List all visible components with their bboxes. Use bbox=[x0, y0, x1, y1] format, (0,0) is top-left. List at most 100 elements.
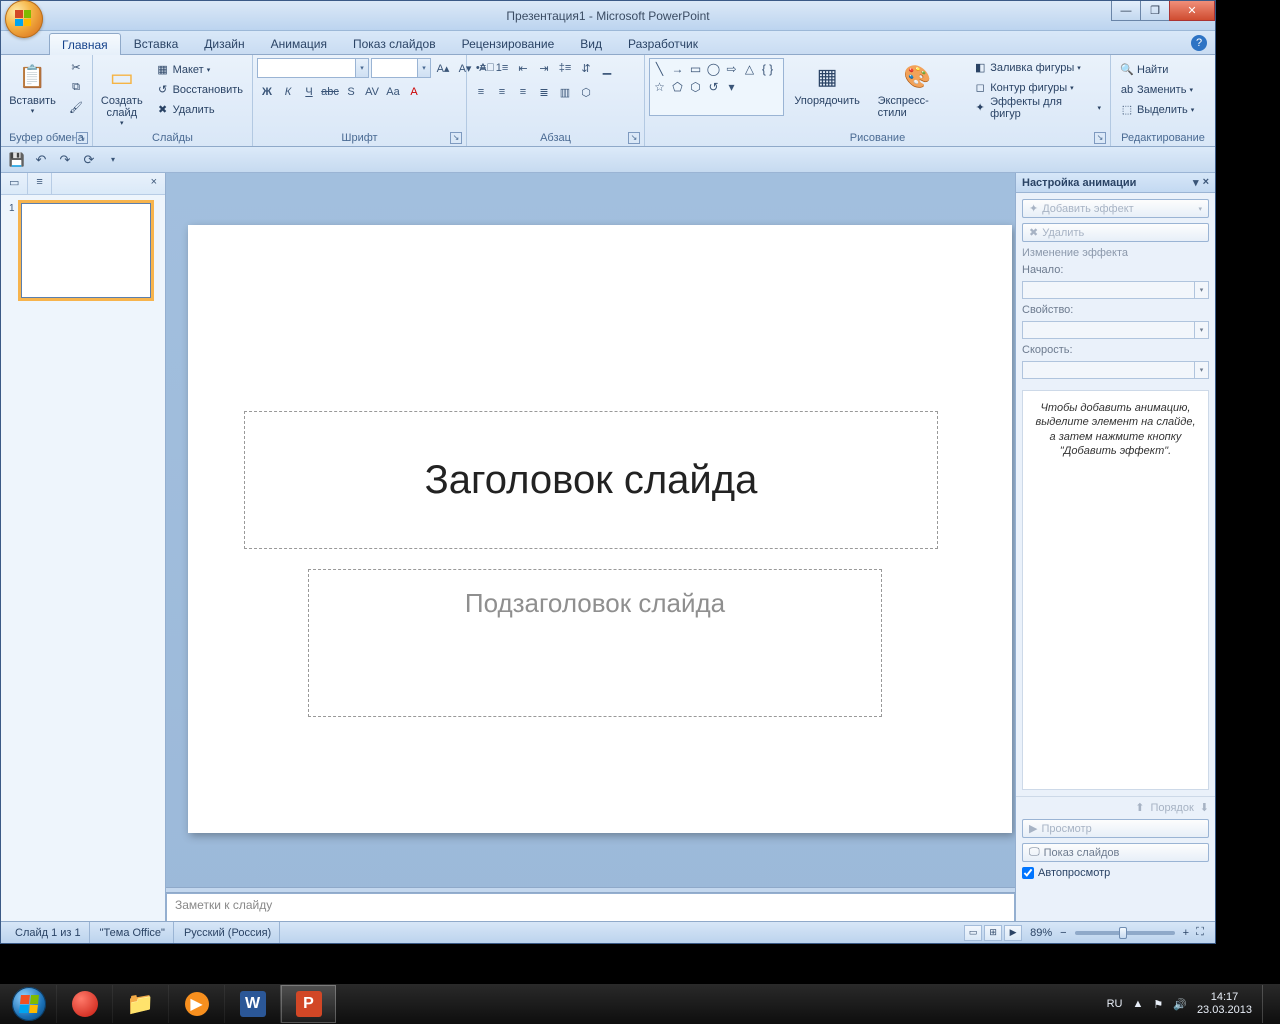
numbering-button[interactable]: 1≡ bbox=[492, 58, 512, 78]
case-button[interactable]: Aa bbox=[383, 82, 403, 102]
sorter-view[interactable]: ⊞ bbox=[984, 925, 1002, 941]
convert-smartart[interactable]: ⬡ bbox=[576, 82, 596, 102]
status-slide[interactable]: Слайд 1 из 1 bbox=[7, 922, 90, 943]
shapes-gallery[interactable]: ╲→▭◯⇨△ { }☆⬠⬡↺▾ bbox=[649, 58, 784, 116]
slide-canvas[interactable]: Заголовок слайда Подзаголовок слайда bbox=[166, 173, 1015, 887]
office-button[interactable] bbox=[5, 0, 43, 38]
strike-button[interactable]: abc bbox=[320, 82, 340, 102]
tab-animation[interactable]: Анимация bbox=[258, 32, 340, 54]
add-effect-button[interactable]: ✦Добавить эффект▾ bbox=[1022, 199, 1209, 218]
zoom-in[interactable]: + bbox=[1183, 927, 1189, 939]
tab-view[interactable]: Вид bbox=[567, 32, 615, 54]
dialog-launcher[interactable]: ↘ bbox=[1094, 132, 1106, 144]
font-size-combo[interactable]: ▾ bbox=[371, 58, 431, 78]
tab-home[interactable]: Главная bbox=[49, 33, 121, 55]
format-painter-button[interactable]: 🖌 bbox=[64, 98, 88, 117]
start-button[interactable] bbox=[2, 984, 56, 1024]
paste-button[interactable]: 📋 Вставить▾ bbox=[5, 58, 60, 118]
taskbar-explorer[interactable]: 📁 bbox=[112, 985, 168, 1023]
spacing-button[interactable]: AV bbox=[362, 82, 382, 102]
bold-button[interactable]: Ж bbox=[257, 82, 277, 102]
tray-volume-icon[interactable]: 🔊 bbox=[1173, 998, 1187, 1011]
font-color-button[interactable]: A bbox=[404, 82, 424, 102]
title-placeholder[interactable]: Заголовок слайда bbox=[244, 411, 938, 549]
find-button[interactable]: 🔍Найти bbox=[1115, 60, 1199, 79]
shape-outline-button[interactable]: ◻Контур фигуры▾ bbox=[968, 78, 1106, 97]
start-select[interactable]: ▾ bbox=[1022, 281, 1209, 299]
preview-button[interactable]: ▶Просмотр bbox=[1022, 819, 1209, 838]
tab-developer[interactable]: Разработчик bbox=[615, 32, 711, 54]
new-slide-button[interactable]: ▭ Создать слайд▾ bbox=[97, 58, 147, 130]
close-button[interactable]: ✕ bbox=[1169, 1, 1215, 21]
dialog-launcher[interactable]: ↘ bbox=[450, 132, 462, 144]
copy-button[interactable]: ⧉ bbox=[64, 78, 88, 97]
underline-button[interactable]: Ч bbox=[299, 82, 319, 102]
taskbar-media[interactable]: ▶ bbox=[168, 985, 224, 1023]
italic-button[interactable]: К bbox=[278, 82, 298, 102]
help-icon[interactable]: ? bbox=[1191, 35, 1207, 51]
slide-thumb-1[interactable]: 1 bbox=[9, 203, 157, 298]
zoom-value[interactable]: 89% bbox=[1024, 927, 1058, 939]
tab-insert[interactable]: Вставка bbox=[121, 32, 192, 54]
dialog-launcher[interactable]: ↘ bbox=[76, 132, 88, 144]
close-panel[interactable]: × bbox=[143, 173, 165, 194]
text-direction[interactable]: ⇵ bbox=[576, 58, 596, 78]
minimize-button[interactable]: — bbox=[1111, 1, 1141, 21]
tray-flag-icon[interactable]: ⚑ bbox=[1153, 998, 1163, 1011]
repeat-button[interactable]: ⟳ bbox=[79, 150, 99, 170]
shape-fill-button[interactable]: ◧Заливка фигуры▾ bbox=[968, 58, 1106, 77]
move-down[interactable]: ⬇ bbox=[1200, 801, 1209, 814]
bullets-button[interactable]: •≡ bbox=[471, 58, 491, 78]
status-theme[interactable]: "Тема Office" bbox=[92, 922, 174, 943]
align-center[interactable]: ≡ bbox=[492, 82, 512, 102]
move-up[interactable]: ⬆ bbox=[1135, 801, 1144, 814]
align-text[interactable]: ▁ bbox=[597, 58, 617, 78]
tray-lang[interactable]: RU bbox=[1107, 998, 1123, 1010]
grow-font[interactable]: A▴ bbox=[433, 58, 453, 78]
align-left[interactable]: ≡ bbox=[471, 82, 491, 102]
replace-button[interactable]: abЗаменить▾ bbox=[1115, 80, 1199, 99]
maximize-button[interactable]: ❐ bbox=[1140, 1, 1170, 21]
speed-select[interactable]: ▾ bbox=[1022, 361, 1209, 379]
quick-styles-button[interactable]: 🎨Экспресс-стили bbox=[871, 58, 965, 122]
tab-design[interactable]: Дизайн bbox=[191, 32, 257, 54]
status-lang[interactable]: Русский (Россия) bbox=[176, 922, 280, 943]
justify[interactable]: ≣ bbox=[534, 82, 554, 102]
reset-button[interactable]: ↺Восстановить bbox=[151, 80, 248, 99]
dialog-launcher[interactable]: ↘ bbox=[628, 132, 640, 144]
tab-slideshow[interactable]: Показ слайдов bbox=[340, 32, 449, 54]
property-select[interactable]: ▾ bbox=[1022, 321, 1209, 339]
tray-up-icon[interactable]: ▲ bbox=[1132, 998, 1143, 1010]
autopreview-checkbox[interactable]: Автопросмотр bbox=[1022, 867, 1209, 879]
tray-clock[interactable]: 14:17 23.03.2013 bbox=[1197, 991, 1252, 1016]
zoom-slider[interactable] bbox=[1075, 931, 1175, 935]
taskbar-powerpoint[interactable]: P bbox=[280, 985, 336, 1023]
slideshow-view[interactable]: ▶ bbox=[1004, 925, 1022, 941]
zoom-out[interactable]: − bbox=[1060, 927, 1066, 939]
subtitle-placeholder[interactable]: Подзаголовок слайда bbox=[308, 569, 882, 717]
normal-view[interactable]: ▭ bbox=[964, 925, 982, 941]
arrange-button[interactable]: ▦Упорядочить bbox=[788, 58, 867, 110]
font-name-combo[interactable]: ▾ bbox=[257, 58, 369, 78]
line-spacing[interactable]: ‡≡ bbox=[555, 58, 575, 78]
fit-to-window[interactable]: ⛶ bbox=[1191, 926, 1209, 939]
taskpane-close[interactable]: × bbox=[1203, 176, 1209, 189]
taskbar-opera[interactable] bbox=[56, 985, 112, 1023]
save-button[interactable]: 💾 bbox=[7, 150, 27, 170]
show-desktop[interactable] bbox=[1262, 985, 1272, 1023]
select-button[interactable]: ⬚Выделить▾ bbox=[1115, 100, 1199, 119]
taskbar-word[interactable]: W bbox=[224, 985, 280, 1023]
redo-button[interactable]: ↷ bbox=[55, 150, 75, 170]
shape-effects-button[interactable]: ✦Эффекты для фигур▾ bbox=[968, 98, 1106, 117]
undo-button[interactable]: ↶ bbox=[31, 150, 51, 170]
shadow-button[interactable]: S bbox=[341, 82, 361, 102]
indent-dec[interactable]: ⇤ bbox=[513, 58, 533, 78]
tab-slides[interactable]: ▭ bbox=[1, 173, 28, 194]
columns[interactable]: ▥ bbox=[555, 82, 575, 102]
layout-button[interactable]: ▦Макет▾ bbox=[151, 60, 248, 79]
taskpane-menu[interactable]: ▾ bbox=[1193, 176, 1199, 189]
tab-outline[interactable]: ≡ bbox=[28, 173, 51, 194]
notes-pane[interactable]: Заметки к слайду bbox=[166, 893, 1015, 921]
remove-effect-button[interactable]: ✖Удалить bbox=[1022, 223, 1209, 242]
tab-review[interactable]: Рецензирование bbox=[449, 32, 568, 54]
